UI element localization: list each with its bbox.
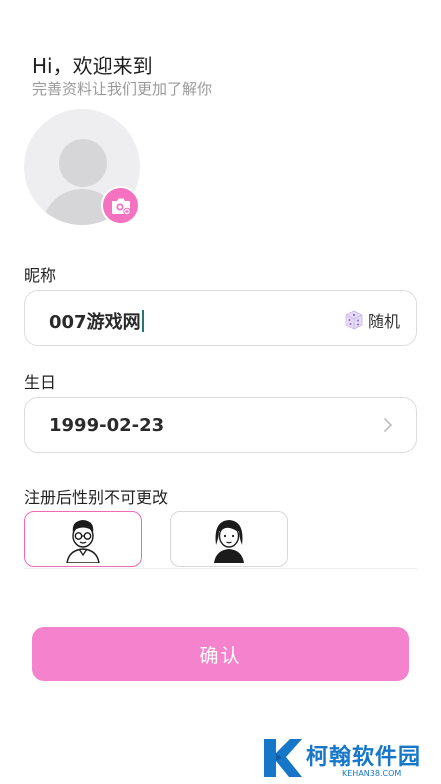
gender-divider xyxy=(24,568,417,569)
watermark-name: 柯翰软件园 xyxy=(306,744,422,770)
random-label: 随机 xyxy=(367,312,400,331)
watermark-url: KEHAN38.COM xyxy=(342,768,402,778)
gender-label: 注册后性别不可更改 xyxy=(24,488,169,507)
greeting-subtitle: 完善资料让我们更加了解你 xyxy=(32,80,213,98)
gender-option-female[interactable] xyxy=(170,511,288,567)
female-avatar-icon xyxy=(214,520,244,563)
dice-icon xyxy=(345,310,363,330)
chevron-right-icon xyxy=(384,418,393,432)
birthday-value: 1999-02-23 xyxy=(49,415,165,436)
kehan-logo-icon xyxy=(264,739,302,777)
random-nickname-button[interactable]: 随机 xyxy=(343,308,400,332)
gender-option-male[interactable] xyxy=(24,511,142,567)
male-avatar-icon xyxy=(66,520,100,563)
nickname-field[interactable]: 007游戏网 随机 xyxy=(24,290,417,346)
nickname-label: 昵称 xyxy=(24,266,57,285)
birthday-field[interactable]: 1999-02-23 xyxy=(24,397,417,453)
camera-add-icon xyxy=(111,198,131,215)
greeting-title: Hi，欢迎来到 xyxy=(32,54,153,78)
text-caret xyxy=(141,310,144,332)
confirm-button[interactable]: 确认 xyxy=(32,627,409,681)
watermark: 柯翰软件园 KEHAN38.COM xyxy=(262,737,421,779)
nickname-input[interactable]: 007游戏网 xyxy=(49,312,141,333)
birthday-label: 生日 xyxy=(24,373,57,392)
camera-add-button[interactable] xyxy=(101,186,140,225)
